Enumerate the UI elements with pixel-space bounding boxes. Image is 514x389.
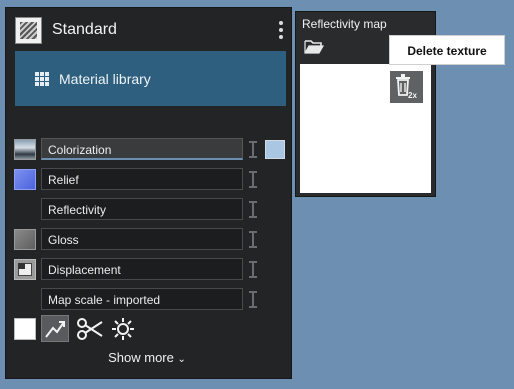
text-cursor-icon[interactable]: [249, 201, 257, 218]
text-cursor-icon[interactable]: [249, 171, 257, 188]
delete-texture-button[interactable]: 2x: [390, 71, 423, 103]
channel-row-gloss: Gloss: [6, 228, 293, 250]
channel-row-map-scale: Map scale - imported: [6, 288, 293, 310]
channel-field-map-scale[interactable]: Map scale - imported: [41, 288, 243, 310]
channel-row-colorization: Colorization: [6, 138, 293, 160]
folder-open-icon[interactable]: [304, 39, 325, 55]
material-panel: Standard Material library Colorization R…: [5, 7, 292, 379]
kebab-menu-icon[interactable]: [276, 21, 286, 41]
channel-row-displacement: Displacement: [6, 258, 293, 280]
delete-badge: 2x: [408, 91, 417, 100]
popup-title: Reflectivity map: [302, 17, 387, 31]
material-library-button[interactable]: Material library: [15, 51, 286, 106]
delete-texture-tooltip: Delete texture: [389, 35, 505, 65]
trash-icon: [396, 74, 410, 96]
channel-field-displacement[interactable]: Displacement: [41, 258, 243, 280]
material-swatch[interactable]: [15, 17, 42, 44]
grid-icon: [35, 72, 49, 86]
texture-preview: 2x: [300, 64, 431, 193]
channel-field-colorization[interactable]: Colorization: [41, 138, 243, 160]
scissors-icon[interactable]: [76, 318, 104, 340]
show-more-label: Show more: [108, 350, 174, 365]
text-cursor-icon[interactable]: [249, 261, 257, 278]
channel-field-reflectivity[interactable]: Reflectivity: [41, 198, 243, 220]
white-swatch[interactable]: [14, 318, 36, 340]
channel-field-relief[interactable]: Relief: [41, 168, 243, 190]
gloss-thumb-icon[interactable]: [14, 229, 36, 250]
chevron-down-icon: ⌄: [177, 354, 186, 365]
colorization-thumb-icon[interactable]: [14, 139, 36, 160]
displacement-thumb-icon[interactable]: [14, 259, 36, 280]
text-cursor-icon[interactable]: [249, 141, 257, 158]
relief-thumb-icon[interactable]: [14, 169, 36, 190]
channel-row-reflectivity: Reflectivity: [6, 198, 293, 220]
channel-field-gloss[interactable]: Gloss: [41, 228, 243, 250]
sun-icon[interactable]: [111, 317, 135, 341]
color-chip[interactable]: [265, 140, 285, 159]
text-cursor-icon[interactable]: [249, 231, 257, 248]
channel-row-relief: Relief: [6, 168, 293, 190]
curve-icon[interactable]: [41, 315, 69, 342]
text-cursor-icon[interactable]: [249, 291, 257, 308]
material-title: Standard: [52, 21, 117, 38]
show-more-button[interactable]: Show more ⌄: [6, 350, 288, 365]
material-library-label: Material library: [59, 71, 151, 87]
